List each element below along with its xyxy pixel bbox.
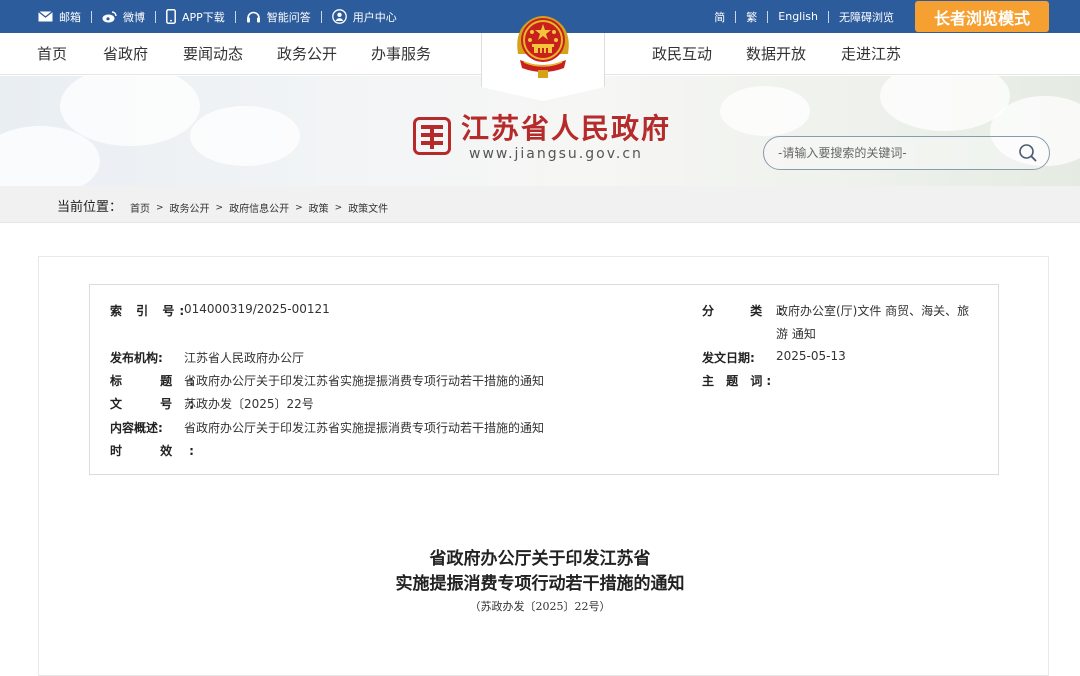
date-label: 发文日期: bbox=[702, 351, 755, 365]
divider bbox=[91, 10, 92, 23]
app-download-link[interactable]: APP下载 bbox=[166, 0, 225, 33]
docno-value: 苏政办发〔2025〕22号 bbox=[184, 397, 314, 411]
divider bbox=[828, 10, 829, 23]
index-value: 014000319/2025-00121 bbox=[184, 302, 330, 316]
nav-news[interactable]: 要闻动态 bbox=[183, 33, 243, 75]
phone-icon bbox=[166, 9, 176, 24]
nav-home[interactable]: 首页 bbox=[37, 33, 67, 75]
divider bbox=[767, 10, 769, 23]
divider bbox=[155, 10, 156, 23]
app-download-label: APP下载 bbox=[182, 10, 225, 24]
breadcrumb-trail: 首页 > 政务公开 > 政府信息公开 > 政策 > 政策文件 bbox=[130, 200, 388, 216]
breadcrumb-info-disclosure[interactable]: 政府信息公开 bbox=[229, 200, 289, 215]
category-value: 政府办公室(厅)文件 商贸、海关、旅 bbox=[776, 304, 970, 318]
breadcrumb: 当前位置： 首页 > 政务公开 > 政府信息公开 > 政策 > 政策文件 bbox=[0, 186, 1080, 223]
site-name[interactable]: 江苏省人民政府 bbox=[461, 107, 671, 147]
breadcrumb-gov-affairs[interactable]: 政务公开 bbox=[170, 200, 210, 215]
breadcrumb-policy-docs[interactable]: 政策文件 bbox=[348, 200, 388, 215]
divider bbox=[735, 10, 737, 23]
elder-mode-button[interactable]: 长者浏览模式 bbox=[915, 1, 1049, 32]
title-value: 省政府办公厅关于印发江苏省实施提振消费专项行动若干措施的通知 bbox=[184, 374, 545, 388]
breadcrumb-policy[interactable]: 政策 bbox=[309, 200, 329, 215]
search-box bbox=[763, 136, 1050, 170]
search-input[interactable] bbox=[778, 144, 1008, 162]
user-center-link[interactable]: 用户中心 bbox=[331, 0, 397, 33]
publisher-value: 江苏省人民政府办公厅 bbox=[184, 351, 305, 365]
subject-label: 主 题 词: bbox=[702, 374, 776, 388]
nav-open-data[interactable]: 数据开放 bbox=[746, 33, 806, 75]
user-icon bbox=[331, 9, 347, 24]
user-center-label: 用户中心 bbox=[352, 10, 397, 24]
document-number: （苏政办发〔2025〕22号） bbox=[469, 600, 611, 613]
summary-label: 内容概述: bbox=[110, 421, 163, 435]
chevron-right-icon: > bbox=[156, 202, 164, 213]
publisher-label: 发布机构: bbox=[110, 351, 163, 365]
chevron-right-icon: > bbox=[215, 202, 224, 213]
document-title-line2: 实施提振消费专项行动若干措施的通知 bbox=[395, 574, 685, 594]
summary-value: 省政府办公厅关于印发江苏省实施提振消费专项行动若干措施的通知 bbox=[184, 421, 545, 435]
banner-decoration bbox=[190, 106, 300, 166]
search-icon[interactable] bbox=[1018, 143, 1038, 163]
chevron-right-icon: > bbox=[295, 202, 303, 213]
weibo-icon bbox=[102, 10, 117, 22]
language-links: 简 繁 English 无障碍浏览 bbox=[714, 0, 894, 33]
smart-qa-label: 智能问答 bbox=[266, 10, 311, 24]
mail-icon bbox=[38, 11, 53, 22]
weibo-link[interactable]: 微博 bbox=[102, 0, 145, 33]
nav-about-jiangsu[interactable]: 走进江苏 bbox=[841, 33, 901, 75]
index-label: 索 引 号: bbox=[110, 304, 190, 318]
accessibility-link[interactable]: 无障碍浏览 bbox=[839, 9, 894, 25]
validity-label: 时 效: bbox=[110, 444, 211, 458]
national-emblem-icon bbox=[517, 16, 569, 78]
breadcrumb-home[interactable]: 首页 bbox=[130, 200, 150, 215]
nav-interaction[interactable]: 政民互动 bbox=[652, 33, 712, 75]
chevron-right-icon: > bbox=[334, 202, 343, 213]
mail-label: 邮箱 bbox=[59, 10, 81, 24]
category-value-cont: 游 通知 bbox=[776, 327, 816, 341]
nav-gov-affairs[interactable]: 政务公开 bbox=[277, 33, 337, 75]
simplified-chinese-link[interactable]: 简 bbox=[714, 9, 725, 25]
headset-icon bbox=[246, 11, 260, 22]
document-metadata-table: 索 引 号: 014000319/2025-00121 分 类: 政府办公室(厅… bbox=[89, 284, 999, 475]
divider bbox=[320, 10, 322, 23]
site-url: www.jiangsu.gov.cn bbox=[469, 146, 643, 162]
traditional-chinese-link[interactable]: 繁 bbox=[746, 9, 757, 25]
top-utility-links: 邮箱 微博 APP下载 智能问答 用户中心 bbox=[38, 0, 397, 33]
divider bbox=[234, 10, 236, 23]
mail-link[interactable]: 邮箱 bbox=[38, 0, 81, 33]
weibo-label: 微博 bbox=[123, 10, 145, 24]
breadcrumb-label: 当前位置： bbox=[57, 200, 123, 215]
nav-services[interactable]: 办事服务 bbox=[371, 33, 431, 75]
smart-qa-link[interactable]: 智能问答 bbox=[246, 0, 311, 33]
jiangsu-logo-icon bbox=[413, 117, 451, 155]
document-title-line1: 省政府办公厅关于印发江苏省 bbox=[429, 549, 651, 569]
english-link[interactable]: English bbox=[778, 10, 818, 23]
date-value: 2025-05-13 bbox=[776, 349, 846, 363]
banner-decoration bbox=[720, 86, 810, 136]
nav-province-gov[interactable]: 省政府 bbox=[103, 33, 148, 75]
